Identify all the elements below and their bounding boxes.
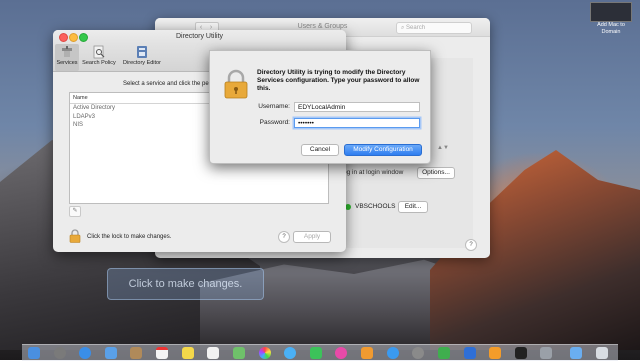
services-icon (62, 46, 72, 57)
window-title: Directory Utility (175, 33, 224, 40)
tab-services[interactable]: Services (55, 44, 79, 71)
username-label: Username: (258, 103, 290, 110)
lock-icon[interactable] (69, 229, 81, 243)
video-thumbnail (590, 2, 632, 22)
username-field[interactable]: EDYLocalAdmin (294, 102, 420, 112)
reminders-icon[interactable] (207, 347, 219, 359)
tab-directory-editor[interactable]: Directory Editor (120, 44, 164, 71)
finder-icon[interactable] (28, 347, 40, 359)
photos-icon[interactable] (259, 347, 271, 359)
tab-label: Directory Editor (123, 60, 161, 66)
search-field[interactable]: ⌕ Search (396, 22, 472, 34)
pages-icon[interactable] (489, 347, 501, 359)
facetime-icon[interactable] (310, 347, 322, 359)
terminal-icon[interactable] (515, 347, 527, 359)
messages-icon[interactable] (284, 347, 296, 359)
services-prompt: Select a service and click the pe (123, 81, 209, 87)
lock-icon (224, 69, 248, 99)
video-thumbnail-caption: Add Mac to Domain (597, 22, 625, 35)
cancel-button[interactable]: Cancel (301, 144, 339, 156)
edit-server-button[interactable]: Edit... (398, 201, 428, 213)
folder-icon[interactable] (570, 347, 582, 359)
app-store-icon[interactable] (387, 347, 399, 359)
lock-message: Click the lock to make changes. (87, 234, 172, 240)
tab-label: Search Policy (82, 60, 116, 66)
itunes-icon[interactable] (335, 347, 347, 359)
notes-icon[interactable] (182, 347, 194, 359)
stepper-arrows[interactable]: ▲▼ (437, 145, 449, 151)
system-preferences-icon[interactable] (412, 347, 424, 359)
click-to-make-changes-overlay: Click to make changes. (107, 268, 264, 300)
directory-utility-titlebar: Directory Utility (53, 30, 346, 44)
search-policy-icon (93, 45, 105, 59)
directory-editor-icon (137, 46, 147, 58)
password-field[interactable]: ••••••• (294, 118, 420, 128)
help-button[interactable]: ? (278, 231, 290, 243)
search-placeholder: Search (406, 25, 426, 31)
password-label: Password: (259, 119, 290, 126)
authentication-dialog: Directory Utility is trying to modify th… (209, 50, 431, 164)
tab-label: Services (56, 60, 78, 66)
utility-icon[interactable] (540, 347, 552, 359)
show-input-menu-label: og in at login window (343, 169, 404, 176)
tab-search-policy[interactable]: Search Policy (81, 44, 117, 71)
keynote-icon[interactable] (464, 347, 476, 359)
apply-button[interactable]: Apply (293, 231, 331, 243)
numbers-icon[interactable] (438, 347, 450, 359)
edit-service-icon[interactable]: ✎ (69, 206, 81, 217)
launchpad-icon[interactable] (54, 347, 66, 359)
help-button[interactable]: ? (465, 239, 477, 251)
maps-icon[interactable] (233, 347, 245, 359)
ibooks-icon[interactable] (361, 347, 373, 359)
calendar-icon[interactable] (156, 347, 168, 359)
trash-icon[interactable] (596, 347, 608, 359)
mail-icon[interactable] (105, 347, 117, 359)
safari-icon[interactable] (79, 347, 91, 359)
network-account-server: VBSCHOOLS (355, 203, 396, 210)
modify-configuration-button[interactable]: Modify Configuration (344, 144, 422, 156)
auth-message: Directory Utility is trying to modify th… (257, 69, 420, 92)
options-button[interactable]: Options... (417, 167, 455, 179)
dock (22, 344, 618, 361)
contacts-icon[interactable] (130, 347, 142, 359)
